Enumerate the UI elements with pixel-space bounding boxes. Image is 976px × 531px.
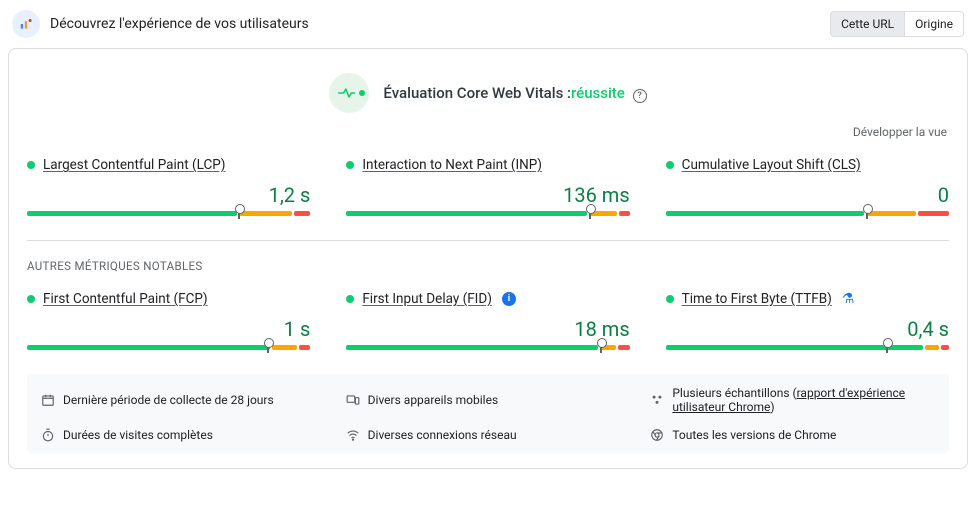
footer-versions: Toutes les versions de Chrome <box>650 428 935 442</box>
distribution-bar <box>346 211 629 216</box>
tab-this-url[interactable]: Cette URL <box>831 12 904 36</box>
percentile-marker <box>866 208 868 219</box>
other-metrics-grid: First Contentful Paint (FCP) 1 s First In… <box>27 291 949 350</box>
percentile-marker <box>238 208 240 219</box>
status-dot <box>666 295 674 303</box>
status-dot <box>27 295 35 303</box>
percentile-marker <box>600 342 602 353</box>
metric-ttfb: Time to First Byte (TTFB) ⚗ 0,4 s <box>666 291 949 350</box>
assessment-text: Évaluation Core Web Vitals :réussite ? <box>383 84 646 103</box>
percentile-marker <box>886 342 888 353</box>
footer-period: Dernière période de collecte de 28 jours <box>41 386 326 414</box>
footer-devices: Divers appareils mobiles <box>346 386 631 414</box>
metric-fcp: First Contentful Paint (FCP) 1 s <box>27 291 310 350</box>
assessment-result: réussite <box>571 84 625 102</box>
metric-value: 18 ms <box>346 317 629 341</box>
metric-inp: Interaction to Next Paint (INP) 136 ms <box>346 157 629 216</box>
footer-sessions: Durées de visites complètes <box>41 428 326 442</box>
status-dot <box>346 295 354 303</box>
speed-insights-icon <box>12 10 40 38</box>
metric-value: 136 ms <box>346 183 629 207</box>
metric-name-link[interactable]: Largest Contentful Paint (LCP) <box>43 157 225 173</box>
samples-icon <box>650 393 664 407</box>
assessment-label: Évaluation Core Web Vitals : <box>383 84 571 102</box>
metric-value: 0,4 s <box>666 317 949 341</box>
metric-name-link[interactable]: First Contentful Paint (FCP) <box>43 291 208 307</box>
devices-icon <box>346 393 360 407</box>
percentile-marker <box>589 208 591 219</box>
distribution-bar <box>666 211 949 216</box>
tab-origin[interactable]: Origine <box>904 12 963 36</box>
metric-lcp: Largest Contentful Paint (LCP) 1,2 s <box>27 157 310 216</box>
flask-icon: ⚗ <box>842 291 855 307</box>
footer-info: Dernière période de collecte de 28 jours… <box>27 374 949 454</box>
status-dot <box>346 161 354 169</box>
metric-name-link[interactable]: Cumulative Layout Shift (CLS) <box>682 157 861 173</box>
metric-cls: Cumulative Layout Shift (CLS) 0 <box>666 157 949 216</box>
distribution-bar <box>346 345 629 350</box>
expand-view-link[interactable]: Développer la vue <box>27 117 949 157</box>
footer-networks: Diverses connexions réseau <box>346 428 631 442</box>
distribution-bar <box>27 345 310 350</box>
footer-samples: Plusieurs échantillons (rapport d'expéri… <box>650 386 935 414</box>
calendar-icon <box>41 393 55 407</box>
pulse-icon <box>329 73 369 113</box>
metric-value: 1,2 s <box>27 183 310 207</box>
metric-value: 0 <box>666 183 949 207</box>
status-dot <box>666 161 674 169</box>
percentile-marker <box>267 342 269 353</box>
help-icon[interactable]: ? <box>633 89 647 103</box>
metric-name-link[interactable]: Interaction to Next Paint (INP) <box>362 157 542 173</box>
distribution-bar <box>27 211 310 216</box>
info-icon[interactable]: i <box>502 292 516 306</box>
metric-fid: First Input Delay (FID) i 18 ms <box>346 291 629 350</box>
network-icon <box>346 428 360 442</box>
status-dot <box>27 161 35 169</box>
metric-name-link[interactable]: Time to First Byte (TTFB) <box>682 291 832 307</box>
crux-card: Évaluation Core Web Vitals :réussite ? D… <box>8 48 968 469</box>
other-metrics-label: AUTRES MÉTRIQUES NOTABLES <box>27 259 949 273</box>
assessment-row: Évaluation Core Web Vitals :réussite ? <box>27 67 949 117</box>
page-title: Découvrez l'expérience de vos utilisateu… <box>50 16 309 32</box>
distribution-bar <box>666 345 949 350</box>
chrome-icon <box>650 428 664 442</box>
metric-name-link[interactable]: First Input Delay (FID) <box>362 291 492 307</box>
header: Découvrez l'expérience de vos utilisateu… <box>12 10 309 38</box>
scope-toggle: Cette URL Origine <box>830 11 964 37</box>
core-metrics-grid: Largest Contentful Paint (LCP) 1,2 s Inte… <box>27 157 949 216</box>
stopwatch-icon <box>41 428 55 442</box>
divider <box>27 240 949 241</box>
